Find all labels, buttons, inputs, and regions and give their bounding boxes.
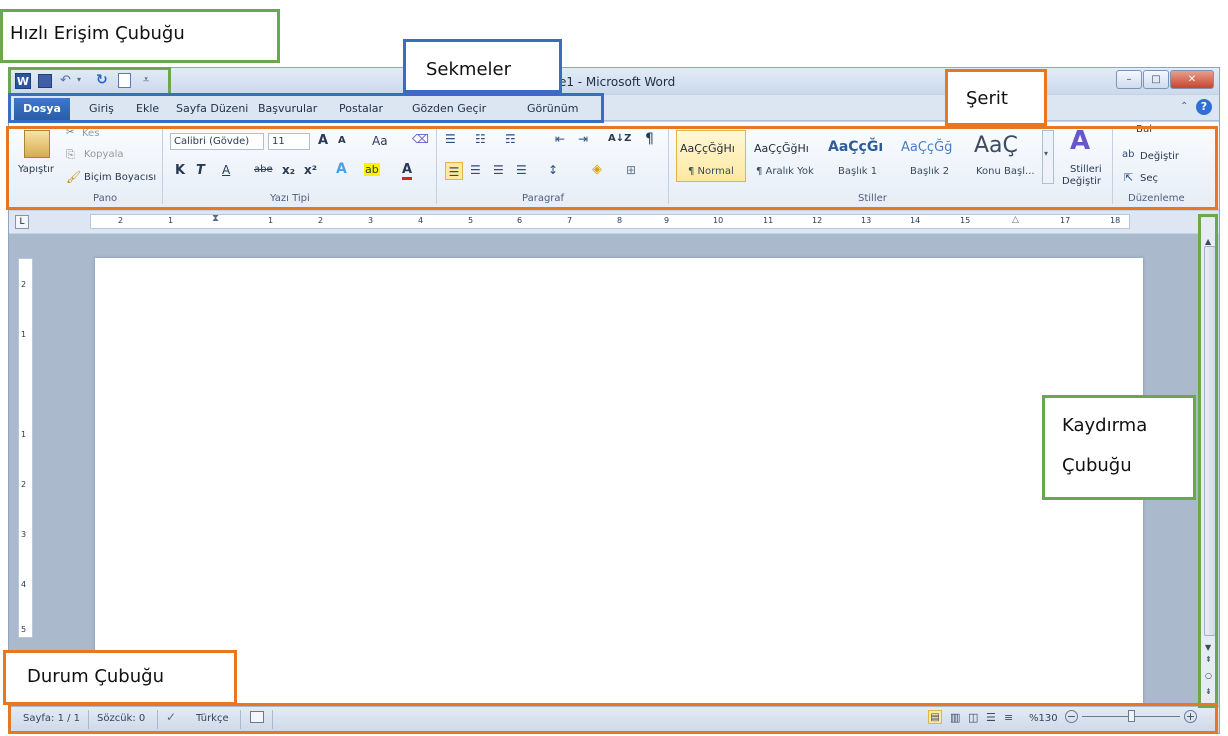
ruler-mark: 17 [1060, 216, 1071, 225]
close-button[interactable]: ✕ [1170, 70, 1214, 89]
callout-ribbon-label: Şerit [966, 88, 1008, 109]
ruler-mark: 8 [617, 216, 623, 225]
ruler-mark: 4 [418, 216, 424, 225]
ruler-mark: 1 [168, 216, 174, 225]
ruler-mark: 7 [567, 216, 573, 225]
vruler-mark: 3 [21, 530, 27, 539]
right-indent-marker-icon[interactable]: △ [1012, 216, 1019, 225]
vruler-mark: 4 [21, 580, 27, 589]
ruler-mark: 15 [960, 216, 971, 225]
vruler-mark: 5 [21, 625, 27, 634]
ruler-mark: 6 [517, 216, 523, 225]
minimize-ribbon-icon[interactable]: ⌃ [1180, 102, 1188, 112]
vruler-mark: 1 [21, 330, 27, 339]
ruler-mark: 18 [1110, 216, 1121, 225]
quick-access-highlight [8, 67, 171, 96]
ruler-mark: 14 [910, 216, 921, 225]
callout-scrollbar-label-2: Çubuğu [1062, 455, 1132, 476]
vruler-mark: 1 [21, 430, 27, 439]
help-icon[interactable]: ? [1196, 99, 1212, 115]
callout-quick-access-label: Hızlı Erişim Çubuğu [10, 23, 185, 44]
ruler-mark: 1 [268, 216, 274, 225]
ruler-mark: 11 [763, 216, 774, 225]
document-page[interactable] [95, 258, 1143, 704]
horizontal-ruler[interactable] [90, 214, 1130, 229]
indent-marker-icon[interactable]: ⧗ [212, 214, 219, 224]
ruler-mark: 3 [368, 216, 374, 225]
callout-statusbar-label: Durum Çubuğu [27, 666, 164, 687]
ruler-mark: 9 [664, 216, 670, 225]
callout-tabs-label: Sekmeler [426, 59, 512, 80]
statusbar-highlight [8, 703, 1218, 734]
vruler-mark: 2 [21, 280, 27, 289]
ruler-mark: 12 [812, 216, 823, 225]
vruler-mark: 2 [21, 480, 27, 489]
maximize-button[interactable]: □ [1143, 70, 1169, 89]
ruler-mark: 10 [713, 216, 724, 225]
ruler-mark: 2 [318, 216, 324, 225]
callout-scrollbar-label-1: Kaydırma [1062, 415, 1148, 436]
window-title: lge1 - Microsoft Word [548, 75, 676, 89]
minimize-button[interactable]: – [1116, 70, 1142, 89]
tabs-highlight [8, 93, 604, 123]
tab-selector-button[interactable]: L [15, 215, 29, 229]
callout-scrollbar [1042, 395, 1196, 500]
ruler-mark: 13 [861, 216, 872, 225]
ribbon-highlight [6, 126, 1218, 210]
ruler-mark: 2 [118, 216, 124, 225]
ruler-mark: 5 [468, 216, 474, 225]
scrollbar-highlight [1198, 214, 1218, 708]
